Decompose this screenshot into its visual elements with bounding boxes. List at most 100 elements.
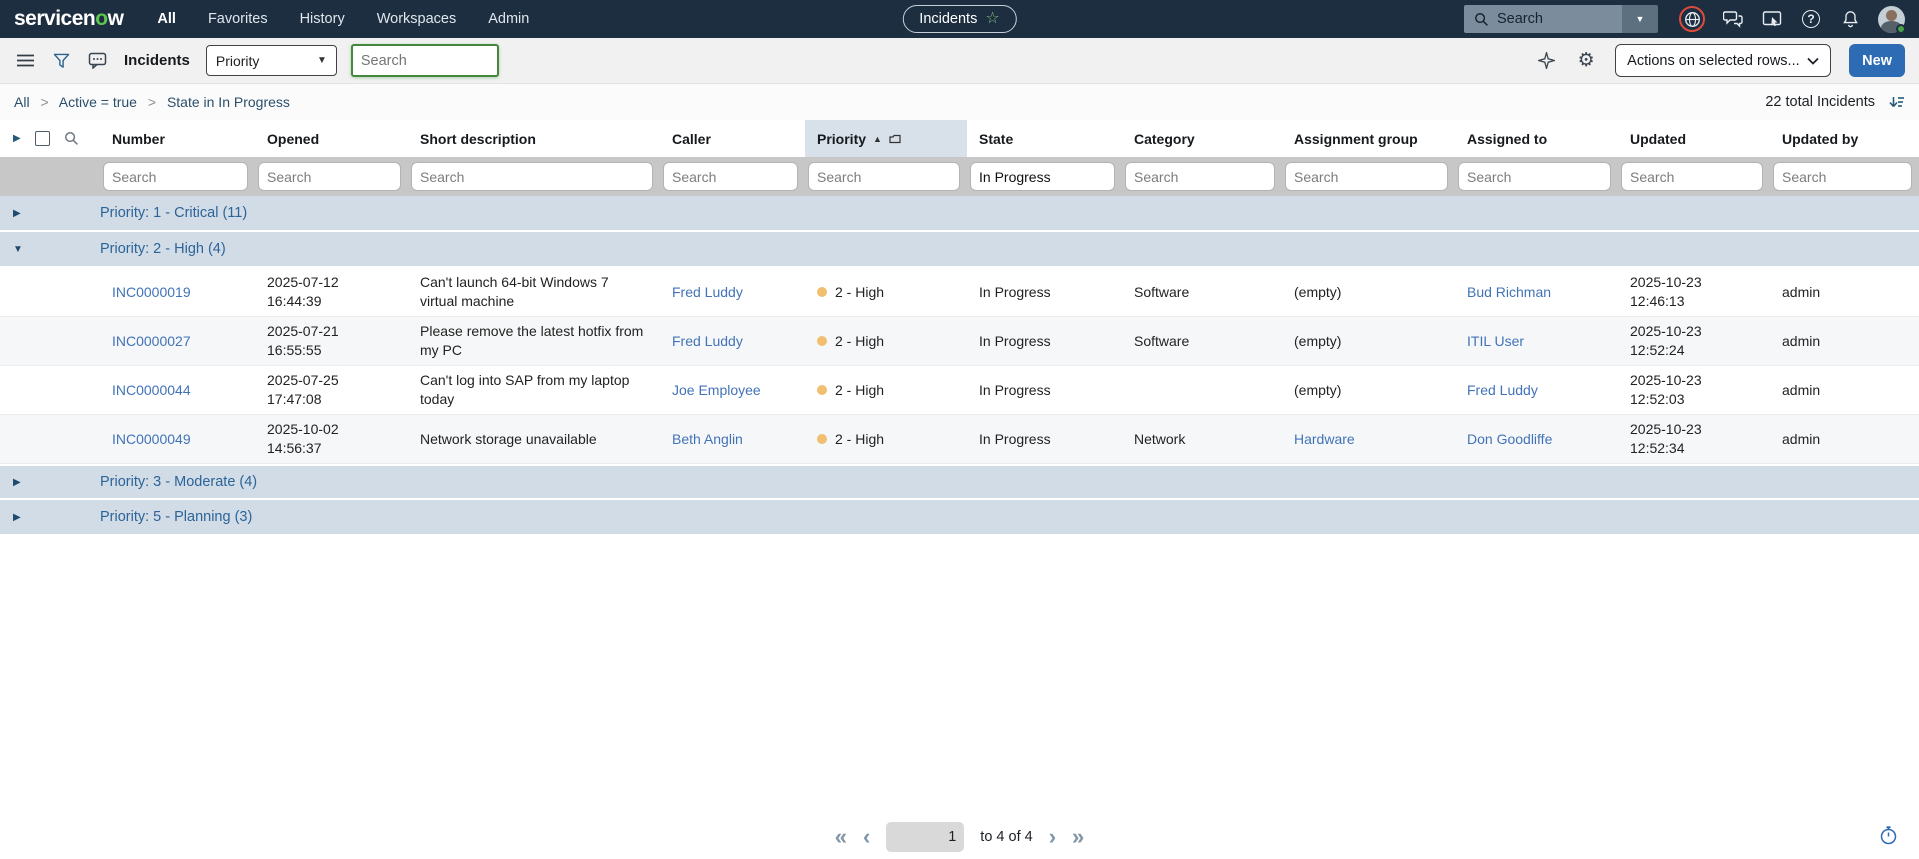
previous-page-button[interactable]: ‹ xyxy=(863,826,870,848)
help-icon[interactable]: ? xyxy=(1800,8,1822,30)
filter-assignment-group-input[interactable] xyxy=(1285,162,1448,191)
context-pill-incidents[interactable]: Incidents ☆ xyxy=(902,5,1017,33)
nav-item-admin[interactable]: Admin xyxy=(488,11,529,27)
filter-number-input[interactable] xyxy=(103,162,248,191)
global-search-field[interactable]: Search xyxy=(1464,5,1622,33)
group-label[interactable]: Priority: 5 - Planning (3) xyxy=(100,509,1919,525)
short-description-cell: Can't log into SAP from my laptop today xyxy=(420,372,630,407)
column-header-short-description[interactable]: Short description xyxy=(408,120,660,157)
filter-updated-by-input[interactable] xyxy=(1773,162,1912,191)
column-header-assignment-group[interactable]: Assignment group xyxy=(1282,120,1455,157)
chat-icon[interactable] xyxy=(1722,8,1744,30)
caller-link[interactable]: Beth Anglin xyxy=(672,430,743,449)
group-label[interactable]: Priority: 2 - High (4) xyxy=(100,241,1919,257)
sort-order-icon[interactable] xyxy=(1889,95,1905,110)
incident-number-link[interactable]: INC0000019 xyxy=(112,283,191,302)
chevron-down-icon: ▼ xyxy=(1635,14,1645,24)
notifications-bell-icon[interactable] xyxy=(1839,8,1861,30)
caller-link[interactable]: Fred Luddy xyxy=(672,283,743,302)
incident-number-link[interactable]: INC0000049 xyxy=(112,430,191,449)
column-search-toggle-icon[interactable] xyxy=(64,131,79,146)
assigned-to-link[interactable]: Don Goodliffe xyxy=(1467,430,1552,449)
column-header-category[interactable]: Category xyxy=(1122,120,1282,157)
list-search-input[interactable] xyxy=(350,44,499,77)
opened-cell: 2025-10-02 14:56:37 xyxy=(267,421,339,456)
filter-updated-input[interactable] xyxy=(1621,162,1763,191)
first-page-button[interactable]: « xyxy=(835,826,847,848)
column-header-updated[interactable]: Updated xyxy=(1618,120,1770,157)
chevron-right-icon[interactable]: ▶ xyxy=(13,208,21,219)
ai-sparkle-icon[interactable] xyxy=(1535,50,1557,72)
assignment-group-cell: (empty) xyxy=(1294,283,1342,300)
servicenow-logo[interactable]: servicenow xyxy=(14,7,124,31)
pagination-range-label: to 4 of 4 xyxy=(980,829,1033,845)
last-page-button[interactable]: » xyxy=(1072,826,1084,848)
state-cell: In Progress xyxy=(979,430,1051,447)
new-button[interactable]: New xyxy=(1849,44,1905,77)
breadcrumb-all[interactable]: All xyxy=(14,94,30,110)
group-row-priority-5-planning[interactable]: ▶ Priority: 5 - Planning (3) xyxy=(0,500,1919,536)
nav-item-workspaces[interactable]: Workspaces xyxy=(377,11,457,27)
filter-assigned-to-input[interactable] xyxy=(1458,162,1611,191)
group-label[interactable]: Priority: 3 - Moderate (4) xyxy=(100,474,1919,490)
filter-short-description-input[interactable] xyxy=(411,162,653,191)
filter-icon[interactable] xyxy=(50,50,72,72)
incident-number-link[interactable]: INC0000027 xyxy=(112,332,191,351)
priority-cell: 2 - High xyxy=(805,366,967,414)
chevron-right-icon[interactable]: ▶ xyxy=(13,512,21,523)
impersonation-globe-icon[interactable] xyxy=(1679,6,1705,32)
chevron-down-icon[interactable]: ▼ xyxy=(13,244,23,255)
updated-cell: 2025-10-23 12:52:03 xyxy=(1630,372,1702,407)
actions-on-rows-select[interactable]: Actions on selected rows... xyxy=(1615,44,1832,77)
list-toolbar: Incidents Priority ▼ ⚙ Actions on select… xyxy=(0,38,1919,84)
response-time-icon[interactable] xyxy=(1880,826,1897,845)
screen-cursor-icon[interactable] xyxy=(1761,8,1783,30)
assigned-to-link[interactable]: ITIL User xyxy=(1467,332,1524,351)
column-header-opened[interactable]: Opened xyxy=(255,120,408,157)
filter-caller-input[interactable] xyxy=(663,162,798,191)
assigned-to-link[interactable]: Bud Richman xyxy=(1467,283,1551,302)
filter-state-input[interactable] xyxy=(970,162,1115,191)
global-search[interactable]: Search ▼ xyxy=(1464,5,1658,33)
group-row-priority-1-critical[interactable]: ▶ Priority: 1 - Critical (11) xyxy=(0,196,1919,232)
select-all-checkbox[interactable] xyxy=(34,131,50,146)
caller-link[interactable]: Fred Luddy xyxy=(672,332,743,351)
filter-priority-input[interactable] xyxy=(808,162,960,191)
group-by-select[interactable]: Priority ▼ xyxy=(205,45,337,76)
expand-all-icon[interactable]: ▶ xyxy=(13,133,21,144)
column-header-updated-by[interactable]: Updated by xyxy=(1770,120,1919,157)
page-number-input[interactable] xyxy=(886,822,965,852)
column-header-number[interactable]: Number xyxy=(100,120,255,157)
filter-category-input[interactable] xyxy=(1125,162,1275,191)
column-header-assigned-to[interactable]: Assigned to xyxy=(1455,120,1618,157)
category-cell xyxy=(1122,366,1282,414)
search-icon xyxy=(1474,12,1489,27)
assigned-to-link[interactable]: Fred Luddy xyxy=(1467,381,1538,400)
favorite-star-icon[interactable]: ☆ xyxy=(985,11,999,27)
caller-link[interactable]: Joe Employee xyxy=(672,381,761,400)
user-avatar[interactable] xyxy=(1878,5,1906,34)
group-label[interactable]: Priority: 1 - Critical (11) xyxy=(100,205,1919,221)
search-scope-dropdown[interactable]: ▼ xyxy=(1622,5,1658,33)
nav-item-all[interactable]: All xyxy=(157,11,176,27)
group-row-priority-3-moderate[interactable]: ▶ Priority: 3 - Moderate (4) xyxy=(0,464,1919,500)
breadcrumb-state-in-progress[interactable]: State in In Progress xyxy=(167,94,290,110)
column-header-priority[interactable]: Priority ▲ xyxy=(805,120,967,157)
priority-dot-icon xyxy=(817,385,827,395)
gear-icon[interactable]: ⚙ xyxy=(1575,50,1597,72)
list-comments-icon[interactable] xyxy=(86,50,108,72)
updated-cell: 2025-10-23 12:46:13 xyxy=(1630,274,1702,309)
group-row-priority-2-high[interactable]: ▼ Priority: 2 - High (4) xyxy=(0,232,1919,268)
incident-number-link[interactable]: INC0000044 xyxy=(112,381,191,400)
filter-opened-input[interactable] xyxy=(258,162,401,191)
chevron-right-icon[interactable]: ▶ xyxy=(13,477,21,488)
breadcrumb-active-true[interactable]: Active = true xyxy=(59,94,137,110)
list-menu-icon[interactable] xyxy=(14,50,36,72)
nav-item-favorites[interactable]: Favorites xyxy=(208,11,268,27)
assignment-group-link[interactable]: Hardware xyxy=(1294,430,1355,449)
next-page-button[interactable]: › xyxy=(1049,826,1056,848)
nav-item-history[interactable]: History xyxy=(300,11,345,27)
column-header-state[interactable]: State xyxy=(967,120,1122,157)
column-header-caller[interactable]: Caller xyxy=(660,120,805,157)
pagination-bar: « ‹ to 4 of 4 › » xyxy=(0,815,1919,859)
